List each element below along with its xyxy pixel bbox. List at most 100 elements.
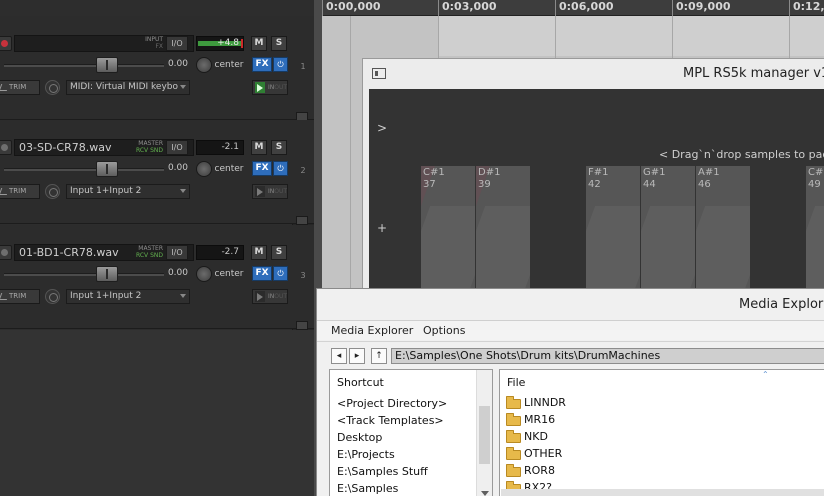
fx-bypass-power-icon[interactable]: ⏻ — [273, 57, 288, 72]
drum-pad[interactable]: D#1 39 — [476, 166, 530, 296]
drum-pad[interactable]: A#1 46 — [696, 166, 750, 296]
media-explorer-window[interactable]: Media Explor Media Explorer Options ◂ ▸ … — [316, 288, 824, 496]
sort-indicator-icon: ⌃ — [762, 370, 769, 379]
input-record-mode-icon[interactable] — [45, 184, 60, 199]
envelope-button[interactable] — [296, 216, 308, 225]
volume-slider-track[interactable] — [4, 273, 164, 276]
next-page-button[interactable]: > — [377, 121, 387, 135]
input-select-value: Input 1+Input 2 — [70, 291, 142, 301]
file-list-scrollbar[interactable] — [501, 489, 824, 496]
input-record-mode-icon[interactable] — [45, 289, 60, 304]
volume-slider-track[interactable] — [4, 64, 164, 67]
solo-button[interactable]: S — [271, 36, 287, 51]
rs5k-manager-window[interactable]: MPL RS5k manager v1 > + < Drag`n`drop sa… — [362, 58, 824, 299]
solo-button[interactable]: S — [271, 140, 287, 155]
input-fx-label[interactable]: INPUT FX — [108, 36, 166, 51]
volume-slider-handle[interactable] — [96, 57, 118, 73]
track-1[interactable]: INPUT FX I/O +4.8 M S 0.00 center FX ⏻ T… — [0, 16, 314, 121]
volume-slider-handle[interactable] — [96, 161, 118, 177]
add-button[interactable]: + — [377, 221, 387, 235]
menu-options[interactable]: Options — [423, 324, 465, 337]
master-send-label[interactable]: MASTER RCV SND — [108, 140, 166, 155]
fx-bypass-power-icon[interactable]: ⏻ — [273, 266, 288, 281]
play-icon — [255, 82, 265, 93]
solo-button[interactable]: S — [271, 245, 287, 260]
parent-folder-icon[interactable]: ↑ — [371, 348, 387, 364]
input-select[interactable]: Input 1+Input 2 — [66, 289, 190, 304]
shortcut-scrollbar[interactable] — [476, 370, 492, 496]
io-button[interactable]: I/O — [166, 245, 188, 260]
scrollbar-thumb[interactable] — [479, 406, 490, 464]
envelope-button[interactable] — [296, 321, 308, 330]
drum-pad[interactable]: C#249 — [806, 166, 824, 296]
back-arrow-icon[interactable]: ◂ — [331, 348, 347, 364]
pad-label: C#249 — [808, 167, 824, 190]
window-icon — [372, 68, 386, 79]
fx-button[interactable]: FX — [252, 161, 272, 176]
input-select[interactable]: Input 1+Input 2 — [66, 184, 190, 199]
track-3[interactable]: 01-BD1-CR78.wav MASTER RCV SND I/O -2.7 … — [0, 225, 314, 330]
folder-row[interactable]: ROR8 — [506, 463, 555, 479]
io-button[interactable]: I/O — [166, 140, 188, 155]
monitor-button[interactable]: INOUT — [252, 289, 288, 304]
shortcut-header[interactable]: Shortcut — [337, 376, 384, 389]
shortcut-item[interactable]: E:\Projects — [337, 448, 395, 461]
record-icon — [1, 40, 8, 47]
shortcut-list[interactable]: Shortcut <Project Directory> <Track Temp… — [329, 369, 493, 496]
pan-knob[interactable] — [196, 161, 212, 177]
folder-row[interactable]: OTHER — [506, 446, 562, 462]
track-2[interactable]: 03-SD-CR78.wav MASTER RCV SND I/O -2.1 M… — [0, 120, 314, 225]
chevron-down-icon — [180, 294, 186, 298]
meter-peak-value: +4.8 — [217, 38, 239, 48]
mute-button[interactable]: M — [251, 245, 267, 260]
tcp-empty-area[interactable] — [0, 330, 314, 496]
pan-value: center — [214, 269, 244, 279]
menu-media-explorer[interactable]: Media Explorer — [331, 324, 413, 337]
shortcut-item[interactable]: Desktop — [337, 431, 382, 444]
track-meter[interactable]: -2.7 — [196, 245, 244, 260]
track-meter[interactable]: -2.1 — [196, 140, 244, 155]
record-arm-button[interactable] — [0, 245, 12, 260]
automation-trim-button[interactable]: TRIM — [0, 80, 40, 95]
io-button[interactable]: I/O — [166, 36, 188, 51]
fx-button[interactable]: FX — [252, 266, 272, 281]
scroll-down-icon[interactable] — [481, 491, 489, 496]
fx-button[interactable]: FX — [252, 57, 272, 72]
time-selection[interactable] — [438, 16, 824, 56]
input-select[interactable]: MIDI: Virtual MIDI keybo — [66, 80, 190, 95]
fx-bypass-power-icon[interactable]: ⏻ — [273, 161, 288, 176]
monitor-button[interactable]: INOUT — [252, 184, 288, 199]
timeline-ruler[interactable]: 0:00,000 0:03,000 0:06,000 0:09,000 0:12… — [322, 0, 824, 16]
drum-pad[interactable]: G#1 44 — [641, 166, 695, 296]
monitor-button[interactable]: INOUT — [252, 80, 288, 95]
path-input[interactable]: E:\Samples\One Shots\Drum kits\DrumMachi… — [391, 348, 824, 364]
volume-slider-handle[interactable] — [96, 266, 118, 282]
forward-arrow-icon[interactable]: ▸ — [349, 348, 365, 364]
file-list[interactable]: File ⌃ LINNDR MR16 NKD OTHER ROR8 RX2? — [499, 369, 824, 496]
pan-knob[interactable] — [196, 57, 212, 73]
fx-tag-bottom: RCV SND — [136, 252, 163, 259]
master-send-label[interactable]: MASTER RCV SND — [108, 245, 166, 260]
folder-row[interactable]: MR16 — [506, 412, 555, 428]
drum-pad[interactable]: C#1 37 — [421, 166, 475, 296]
shortcut-item[interactable]: E:\Samples Stuff — [337, 465, 428, 478]
record-arm-button[interactable] — [0, 36, 12, 51]
automation-trim-button[interactable]: TRIM — [0, 184, 40, 199]
drum-pad[interactable]: F#1 42 — [586, 166, 640, 296]
record-arm-button[interactable] — [0, 140, 12, 155]
shortcut-item[interactable]: <Track Templates> — [337, 414, 444, 427]
file-column-header[interactable]: File — [507, 376, 525, 389]
folder-row[interactable]: LINNDR — [506, 395, 566, 411]
mute-button[interactable]: M — [251, 140, 267, 155]
play-icon — [255, 291, 265, 302]
shortcut-item[interactable]: <Project Directory> — [337, 397, 447, 410]
pan-knob[interactable] — [196, 266, 212, 282]
input-record-mode-icon[interactable] — [45, 80, 60, 95]
automation-trim-button[interactable]: TRIM — [0, 289, 40, 304]
mute-button[interactable]: M — [251, 36, 267, 51]
track-meter[interactable]: +4.8 — [196, 36, 244, 51]
shortcut-item[interactable]: E:\Samples — [337, 482, 398, 495]
folder-row[interactable]: NKD — [506, 429, 548, 445]
volume-slider-track[interactable] — [4, 168, 164, 171]
rs5k-content[interactable]: > + < Drag`n`drop samples to pads C#1 37 … — [369, 89, 824, 299]
